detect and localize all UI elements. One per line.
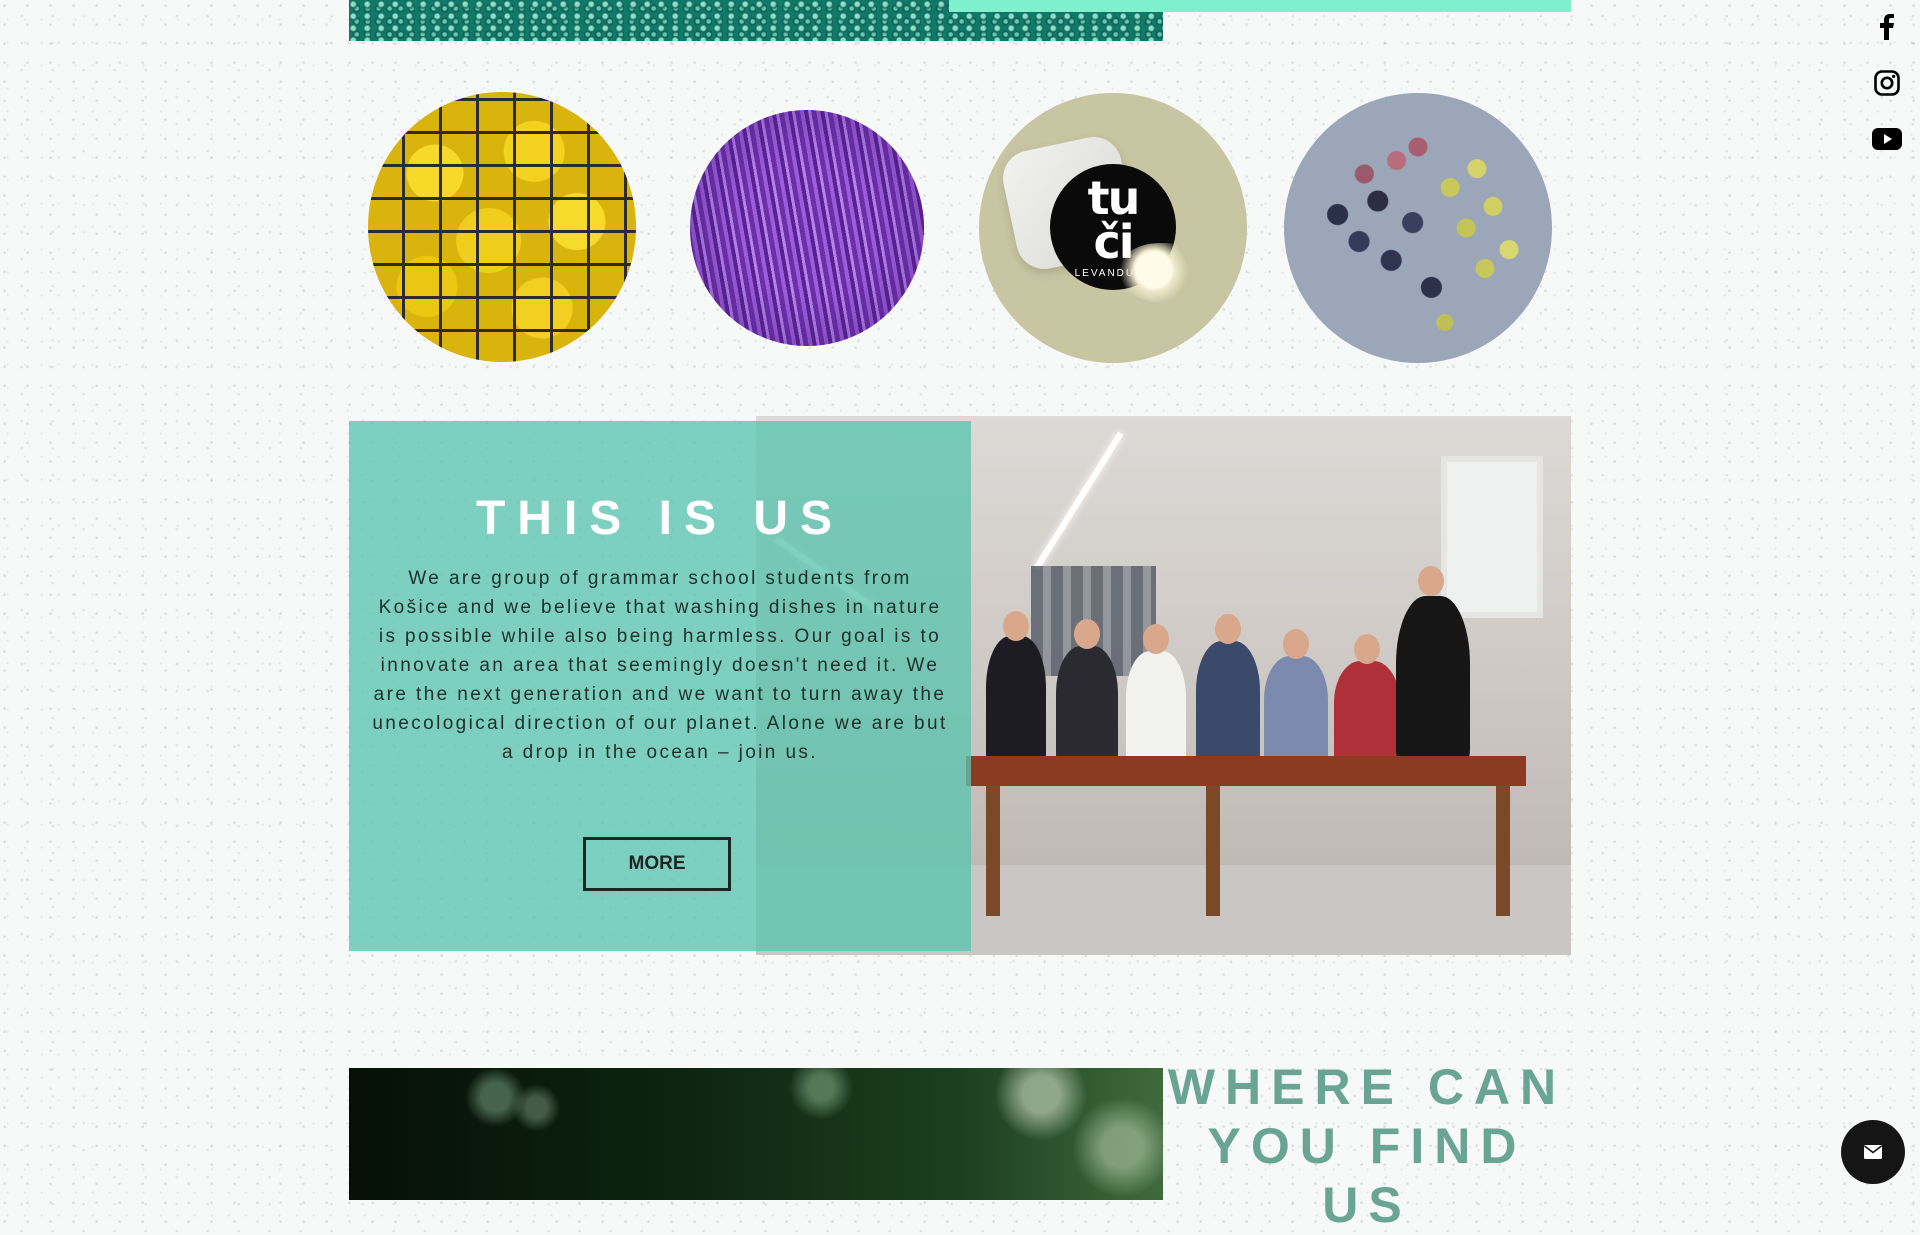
photo-person	[1334, 661, 1400, 766]
mail-icon	[1864, 1145, 1882, 1159]
tuci-logo-image: tu či LEVANDUĽA	[979, 93, 1247, 363]
social-links	[1872, 12, 1902, 154]
photo-table-leg	[986, 786, 1000, 916]
photo-light	[1033, 431, 1124, 571]
youtube-icon[interactable]	[1872, 124, 1902, 154]
photo-person	[1126, 651, 1186, 766]
photo-table-leg	[1206, 786, 1220, 916]
about-description: We are group of grammar school students …	[372, 568, 948, 763]
facebook-icon[interactable]	[1872, 12, 1902, 42]
instagram-icon[interactable]	[1872, 68, 1902, 98]
photo-person	[1196, 641, 1260, 766]
photo-head	[1143, 624, 1169, 654]
photo-head	[1003, 611, 1029, 641]
about-title: THIS IS US	[475, 492, 845, 545]
find-us-title: WHERE CAN YOU FIND US	[1167, 1059, 1567, 1233]
photo-person	[1264, 656, 1328, 766]
photo-head	[1354, 634, 1380, 664]
photo-head	[1074, 619, 1100, 649]
lemons-image	[368, 92, 636, 362]
photo-person	[1056, 646, 1118, 766]
top-accent-bar	[949, 0, 1571, 12]
photo-head	[1215, 614, 1241, 644]
photo-table-leg	[1496, 786, 1510, 916]
grapes-image	[1284, 93, 1552, 363]
photo-person	[1396, 596, 1470, 766]
photo-head	[1418, 566, 1444, 596]
contact-button[interactable]	[1841, 1120, 1905, 1184]
more-button[interactable]: MORE	[583, 837, 731, 891]
photo-table	[966, 756, 1526, 786]
flower-decoration	[1117, 243, 1209, 303]
logo-text-top: tu	[1087, 170, 1141, 225]
photo-head	[1283, 629, 1309, 659]
photo-person	[986, 636, 1046, 766]
photo-window	[1441, 456, 1543, 618]
lavender-image	[690, 110, 924, 346]
location-image	[349, 1068, 1163, 1200]
about-panel: THIS IS US We are group of grammar schoo…	[349, 421, 971, 951]
